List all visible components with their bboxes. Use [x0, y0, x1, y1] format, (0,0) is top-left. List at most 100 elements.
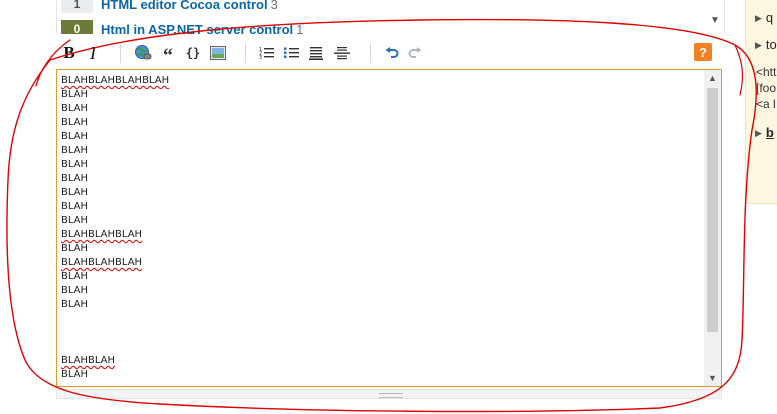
textarea-line: BLAHBLAHBLAH — [61, 256, 701, 270]
bold-button[interactable]: B — [60, 43, 78, 63]
image-button[interactable] — [209, 43, 227, 63]
textarea-line-text: BLAH — [61, 131, 89, 142]
chevron-up-icon[interactable]: ▲ — [704, 70, 721, 86]
textarea-line: BLAH — [61, 284, 701, 298]
undo-icon — [385, 47, 399, 58]
textarea-line: BLAH — [61, 242, 701, 256]
textarea-line-text: BLAHBLAHBLAH — [61, 257, 143, 268]
code-sample-button[interactable]: {} — [183, 43, 203, 63]
bulleted-list-button[interactable] — [283, 43, 301, 63]
vote-count-badge: 1 — [61, 0, 93, 13]
italic-icon: I — [90, 42, 96, 63]
textarea-line: BLAH — [61, 102, 701, 116]
textarea-line: BLAH — [61, 144, 701, 158]
help-item-label: b — [765, 125, 774, 140]
textarea-line: BLAH — [61, 130, 701, 144]
textarea-line-text: BLAHBLAH — [61, 355, 116, 366]
textarea-line-text: BLAH — [61, 285, 89, 296]
textarea-line — [61, 326, 701, 340]
related-question-row[interactable]: 1 HTML editor Cocoa control 3 — [57, 0, 278, 13]
help-item[interactable]: ▶ b — [755, 125, 774, 140]
textarea-line-text: BLAHBLAHBLAHBLAH — [61, 75, 170, 86]
textarea-content[interactable]: BLAHBLAHBLAHBLAH BLAH BLAH BLAH BLAH BLAH BLAH… — [61, 74, 701, 382]
textarea-line — [61, 340, 701, 354]
textarea-line: BLAH — [61, 214, 701, 228]
textarea-line — [61, 312, 701, 326]
quote-icon: “ — [163, 45, 173, 67]
answer-count: 3 — [270, 0, 278, 12]
textarea-line: BLAH — [61, 186, 701, 200]
vertical-scrollbar[interactable]: ▲ ▼ — [704, 70, 721, 386]
textarea-line: BLAH — [61, 116, 701, 130]
textarea-line: BLAHBLAHBLAHBLAH — [61, 74, 701, 88]
globe-link-icon — [135, 45, 152, 60]
textarea-line-text: BLAH — [61, 89, 89, 100]
link-button[interactable] — [133, 43, 153, 63]
italic-button[interactable]: I — [84, 43, 102, 63]
textarea-line: BLAH — [61, 298, 701, 312]
related-question-link[interactable]: Html in ASP.NET server control — [101, 22, 293, 35]
heading-button[interactable] — [308, 43, 326, 63]
textarea-line-text: BLAH — [61, 369, 89, 380]
textarea-line: BLAH — [61, 158, 701, 172]
horizontal-rule-icon — [334, 47, 350, 60]
answer-count: 1 — [296, 21, 304, 35]
textarea-line: BLAH — [61, 172, 701, 186]
grip-icon — [379, 393, 403, 398]
chevron-down-icon[interactable]: ▼ — [708, 12, 722, 30]
help-item-label: q — [765, 10, 774, 25]
textarea-line: BLAH — [61, 368, 701, 382]
editor-toolbar: B I “ {} 1 2 3 ? — [56, 40, 723, 68]
scrollbar-thumb[interactable] — [707, 88, 718, 332]
related-question-link[interactable]: HTML editor Cocoa control — [101, 0, 268, 12]
textarea-line-text: BLAHBLAHBLAH — [61, 229, 143, 240]
horizontal-rule-button[interactable] — [333, 43, 351, 63]
heading-icon — [309, 47, 323, 60]
textarea-line: BLAH — [61, 200, 701, 214]
blockquote-button[interactable]: “ — [159, 43, 177, 67]
textarea-line-text: BLAH — [61, 103, 89, 114]
toolbar-divider — [245, 43, 246, 63]
textarea-line-text: BLAH — [61, 187, 89, 198]
textarea-line: BLAH — [61, 88, 701, 102]
triangle-right-icon: ▶ — [755, 128, 762, 138]
bold-icon: B — [63, 43, 75, 62]
image-icon — [210, 46, 226, 60]
textarea-line-text: BLAH — [61, 173, 89, 184]
textarea-line-text: BLAH — [61, 117, 89, 128]
textarea-line: BLAHBLAH — [61, 354, 701, 368]
bulleted-list-icon — [284, 47, 299, 58]
textarea-line-text: BLAH — [61, 159, 89, 170]
textarea-line-text: BLAH — [61, 243, 89, 254]
textarea-line: BLAH — [61, 270, 701, 284]
help-code-line: <a l — [756, 97, 776, 111]
related-questions: 1 HTML editor Cocoa control 3 0 Html in … — [56, 0, 725, 34]
post-body-textarea[interactable]: BLAHBLAHBLAHBLAH BLAH BLAH BLAH BLAH BLAH BLAH… — [56, 69, 722, 387]
textarea-line-text: BLAH — [61, 271, 89, 282]
textarea-line-text: BLAH — [61, 145, 89, 156]
chevron-down-icon[interactable]: ▼ — [704, 370, 721, 386]
undo-button[interactable] — [383, 43, 401, 63]
textarea-line: BLAHBLAHBLAH — [61, 228, 701, 242]
resize-grip[interactable] — [56, 389, 722, 399]
toolbar-divider — [120, 43, 121, 63]
help-code-line: <htt — [756, 65, 777, 79]
help-item-label: to — [765, 37, 777, 52]
textarea-line-text: BLAH — [61, 215, 89, 226]
numbered-list-button[interactable]: 1 2 3 — [258, 43, 276, 63]
redo-icon — [408, 47, 422, 58]
redo-button[interactable] — [406, 43, 424, 63]
textarea-line-text: BLAH — [61, 299, 89, 310]
related-question-row[interactable]: 0 Html in ASP.NET server control 1 — [57, 20, 303, 34]
code-braces-icon: {} — [185, 46, 201, 60]
numbered-list-icon: 1 2 3 — [259, 47, 274, 60]
triangle-right-icon: ▶ — [755, 13, 762, 23]
vote-count-badge: 0 — [61, 20, 93, 34]
svg-text:3: 3 — [259, 55, 262, 60]
textarea-line-text: BLAH — [61, 201, 89, 212]
help-button[interactable]: ? — [694, 43, 712, 61]
toolbar-divider — [370, 43, 371, 63]
formatting-help-sidebar: ▶ q ▶ to <htt [foo <a l ▶ b — [745, 0, 777, 204]
help-item[interactable]: ▶ q — [755, 10, 773, 25]
help-item[interactable]: ▶ to — [755, 37, 777, 52]
